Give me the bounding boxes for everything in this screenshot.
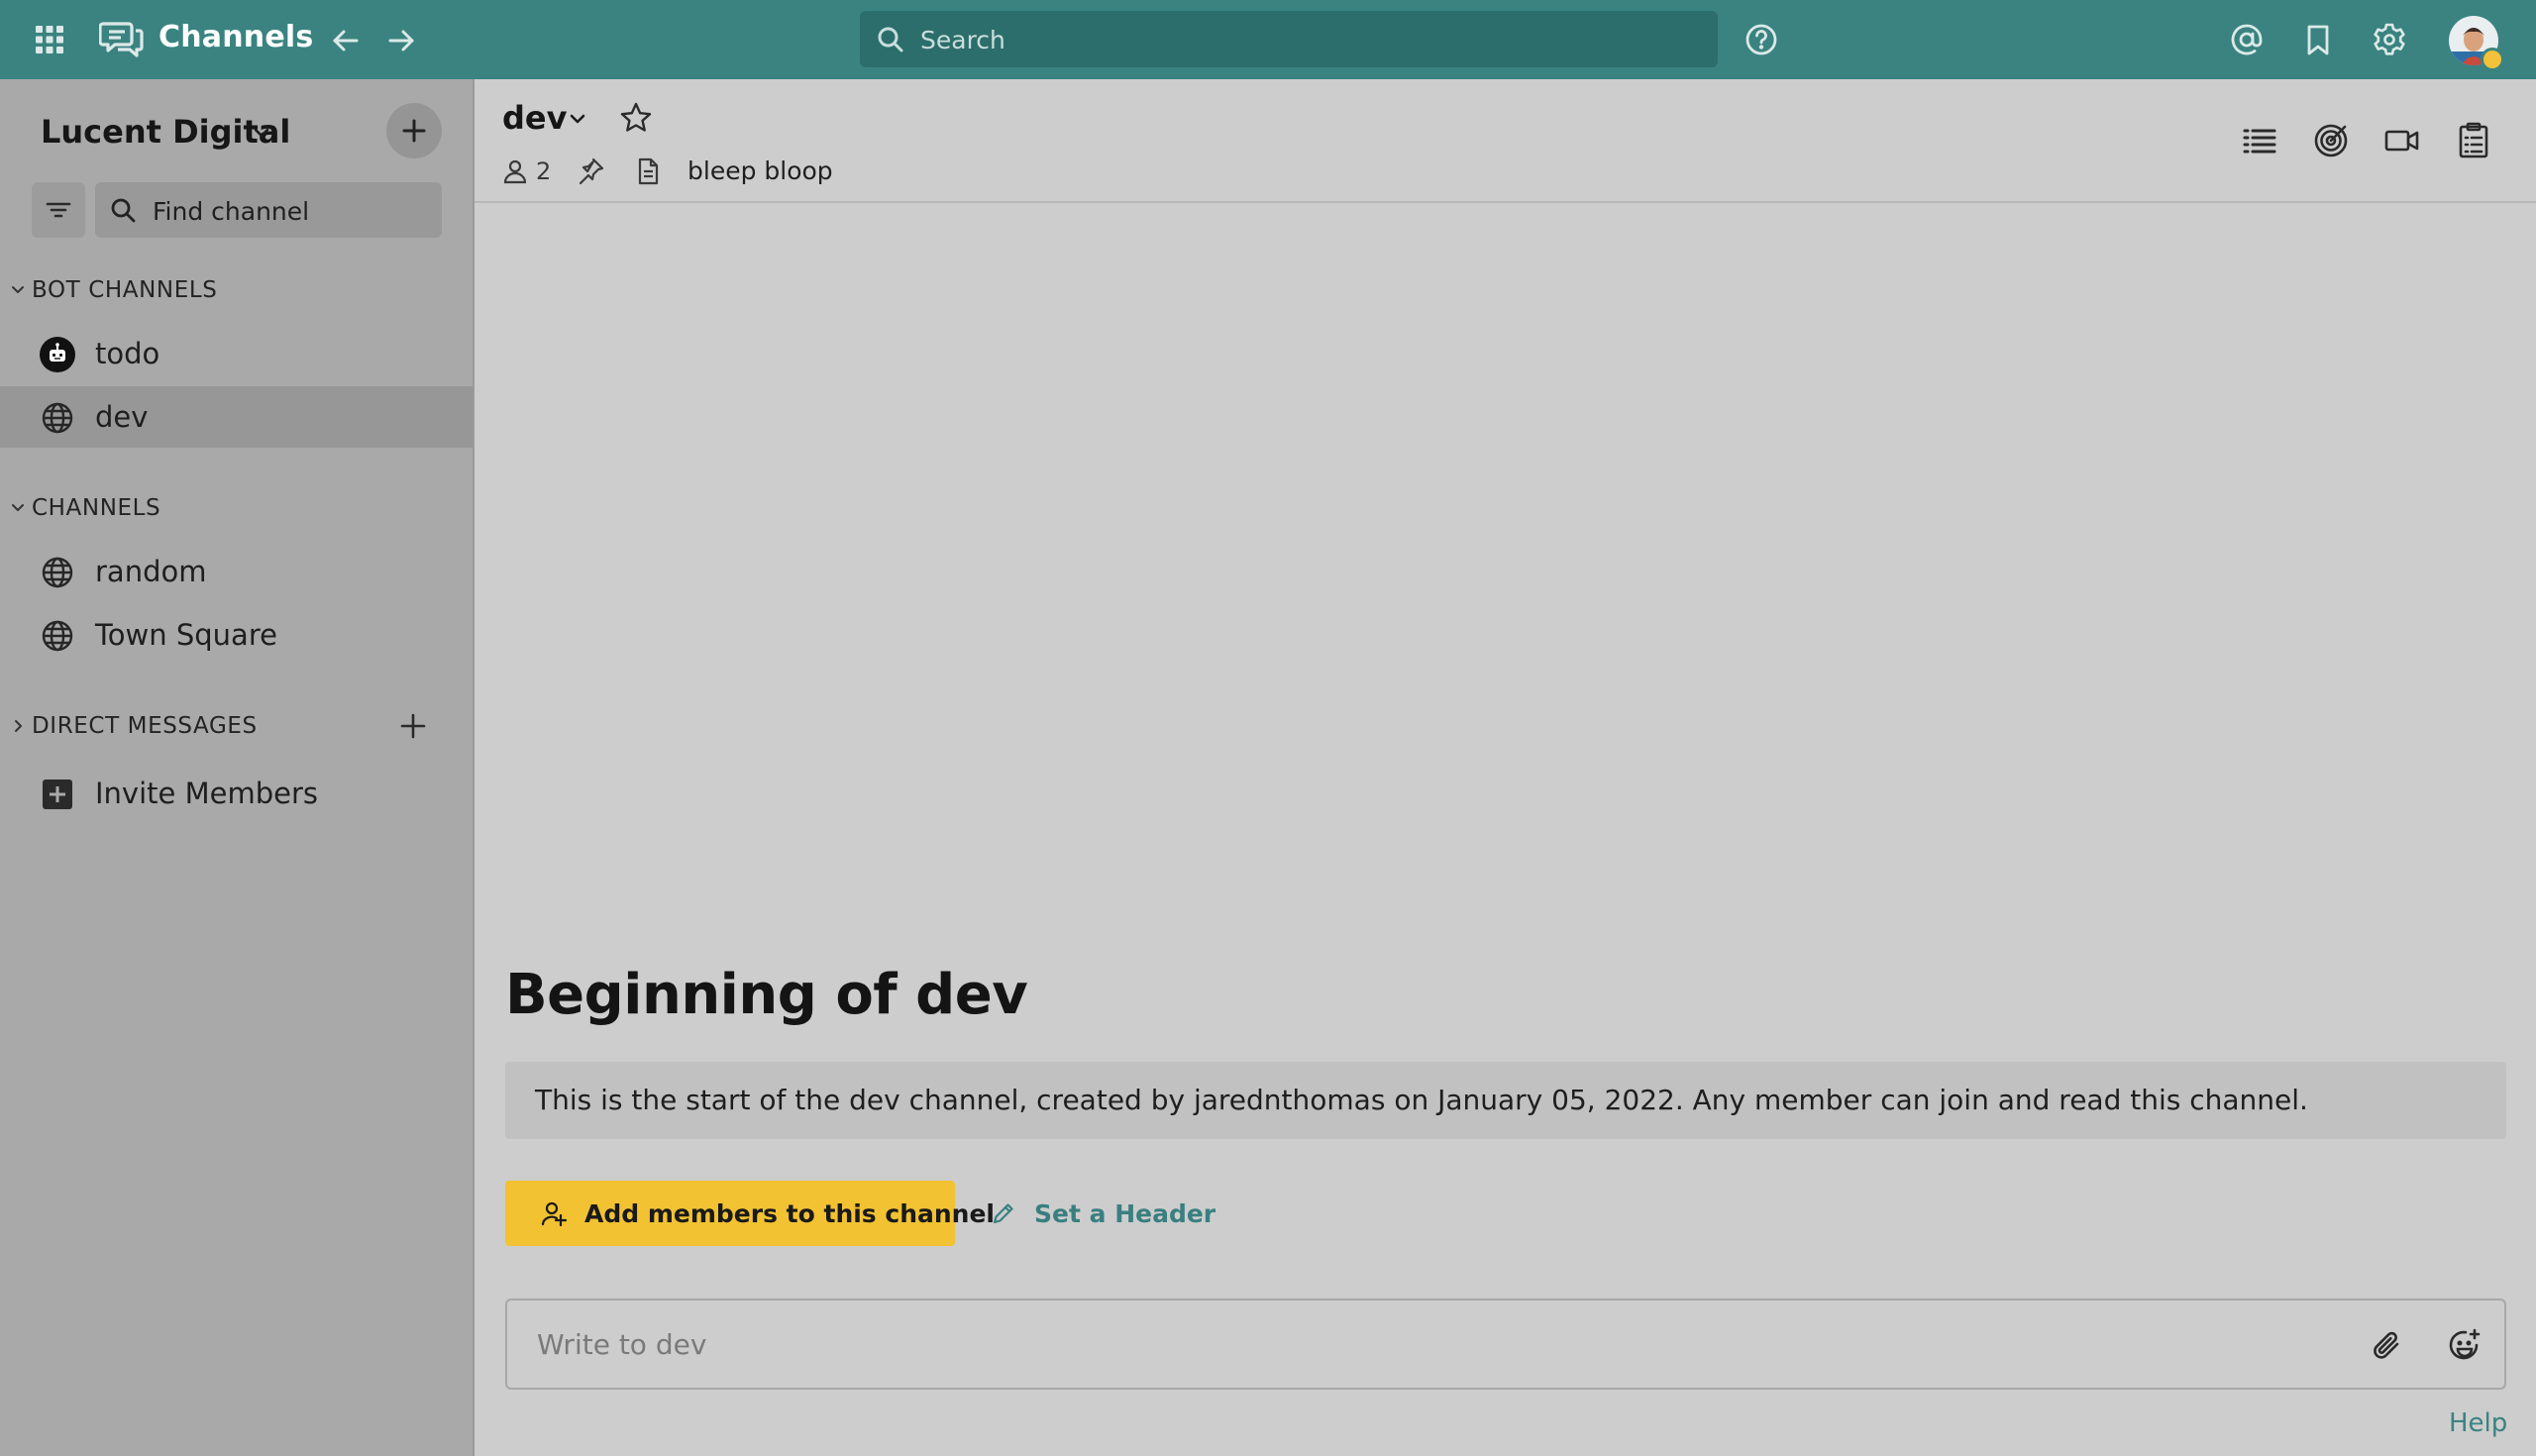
channel-intro-description-box: This is the start of the dev channel, cr… (505, 1062, 2506, 1139)
chevron-right-icon (15, 720, 22, 732)
channel-intro-description: This is the start of the dev channel, cr… (535, 1084, 2308, 1116)
app-title: Channels (158, 20, 314, 54)
set-header-button[interactable]: Set a Header (991, 1181, 1215, 1246)
settings-gear-icon[interactable] (2372, 22, 2407, 57)
find-channel-input[interactable]: Find channel (95, 182, 442, 238)
category-label: CHANNELS (32, 495, 161, 521)
add-user-icon (541, 1201, 567, 1226)
forward-arrow-icon[interactable] (384, 24, 418, 57)
sidebar-item-label: random (95, 555, 207, 588)
channels-app-icon (99, 18, 145, 61)
sidebar: Lucent Digital Find channel BOT CHANNELS (0, 79, 475, 1456)
add-members-label: Add members to this channel (584, 1199, 996, 1228)
product-menu-grid-icon[interactable] (34, 24, 65, 55)
playbooks-target-icon[interactable] (2311, 121, 2351, 160)
category-direct-messages[interactable]: DIRECT MESSAGES (10, 708, 258, 744)
video-call-icon[interactable] (2382, 121, 2422, 160)
globe-icon (40, 618, 75, 654)
search-placeholder: Search (920, 26, 1005, 54)
set-header-label: Set a Header (1034, 1199, 1216, 1228)
globe-icon (40, 400, 75, 436)
globe-icon (40, 555, 75, 590)
member-count-button[interactable]: 2 (502, 155, 551, 188)
add-channel-button[interactable] (386, 103, 442, 158)
chevron-down-icon (12, 286, 24, 293)
channel-info-list-icon[interactable] (2240, 121, 2279, 160)
composer-placeholder: Write to dev (537, 1328, 707, 1361)
category-bot-channels[interactable]: BOT CHANNELS (10, 272, 217, 308)
chevron-down-icon[interactable] (252, 123, 271, 143)
help-link[interactable]: Help (2449, 1408, 2507, 1438)
sidebar-item-todo[interactable]: todo (0, 323, 473, 384)
find-channel-placeholder: Find channel (153, 197, 310, 226)
member-count: 2 (536, 157, 552, 185)
add-direct-message-plus-icon[interactable] (398, 711, 428, 741)
sidebar-item-label: todo (95, 337, 160, 370)
pin-icon[interactable] (576, 156, 605, 186)
help-icon[interactable] (1744, 22, 1779, 57)
channel-filter-button[interactable] (32, 182, 85, 238)
channel-header: dev 2 bleep bloop (475, 79, 2536, 203)
member-icon (503, 159, 527, 184)
add-members-button[interactable]: Add members to this channel (505, 1181, 995, 1246)
filter-icon (46, 202, 71, 218)
sidebar-item-town-square[interactable]: Town Square (0, 604, 473, 666)
emoji-picker-icon[interactable] (2447, 1328, 2483, 1364)
files-document-icon[interactable] (633, 156, 663, 186)
boards-clipboard-icon[interactable] (2454, 121, 2493, 160)
plus-icon (402, 119, 426, 143)
global-search-input[interactable]: Search (860, 11, 1718, 67)
chevron-down-icon (12, 504, 24, 511)
away-status-icon (2481, 48, 2504, 71)
attachment-paperclip-icon[interactable] (2370, 1328, 2405, 1364)
search-icon (876, 25, 905, 54)
message-composer-input[interactable]: Write to dev (505, 1299, 2506, 1390)
category-channels[interactable]: CHANNELS (10, 490, 160, 526)
channel-intro-title: Beginning of dev (505, 963, 1028, 1027)
user-avatar[interactable] (2449, 16, 2504, 71)
sidebar-item-random[interactable]: random (0, 541, 473, 602)
sidebar-item-label: Invite Members (95, 777, 318, 810)
bot-icon (40, 337, 75, 372)
mentions-at-icon[interactable] (2229, 22, 2265, 57)
channel-title[interactable]: dev (502, 99, 567, 137)
sidebar-item-dev[interactable]: dev (0, 386, 473, 448)
plus-box-icon (40, 777, 75, 812)
sidebar-item-invite-members[interactable]: Invite Members (0, 763, 473, 824)
channel-purpose: bleep bloop (687, 156, 833, 185)
category-label: BOT CHANNELS (32, 277, 218, 303)
sidebar-item-label: dev (95, 400, 149, 434)
saved-bookmark-icon[interactable] (2300, 22, 2336, 57)
back-arrow-icon[interactable] (329, 24, 363, 57)
pencil-icon (993, 1203, 1013, 1224)
search-icon (111, 198, 136, 223)
top-bar: Channels Search (0, 0, 2536, 79)
favorite-star-icon[interactable] (619, 101, 653, 135)
chevron-down-icon[interactable] (568, 109, 587, 129)
category-label: DIRECT MESSAGES (32, 713, 258, 739)
sidebar-item-label: Town Square (95, 618, 277, 652)
